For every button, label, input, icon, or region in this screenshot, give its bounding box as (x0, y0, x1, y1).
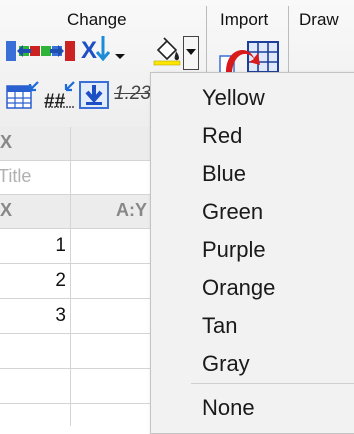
menu-item-none[interactable]: None (151, 388, 354, 426)
group-label-import: Import (220, 10, 269, 29)
cell[interactable] (0, 404, 71, 426)
menu-item-label: Gray (202, 351, 250, 376)
cell[interactable]: 1 (0, 229, 71, 263)
svg-text:X: X (81, 37, 97, 64)
menu-item-red[interactable]: Red (151, 116, 354, 154)
menu-item-gray[interactable]: Gray (151, 344, 354, 382)
menu-item-orange[interactable]: Orange (151, 268, 354, 306)
menu-item-label: Tan (202, 313, 238, 338)
cell[interactable] (0, 334, 71, 368)
cell-value: 2 (55, 270, 66, 291)
column-header-ay-label: A:Y (116, 200, 147, 220)
column-header-x[interactable]: X (0, 195, 71, 228)
cell-value: 3 (55, 305, 66, 326)
menu-item-label: Purple (202, 237, 266, 262)
cell[interactable]: 2 (0, 264, 71, 298)
group-label-draw: Draw (299, 10, 339, 29)
column-header-x-label: X (0, 200, 13, 220)
set-xy-icon[interactable]: X (81, 34, 125, 70)
cell[interactable]: 3 (0, 299, 71, 333)
menu-separator (191, 383, 354, 384)
fill-color-icon[interactable] (152, 36, 182, 66)
menu-item-blue[interactable]: Blue (151, 154, 354, 192)
cell[interactable]: X (0, 127, 71, 160)
column-name-x: X (0, 132, 13, 152)
cell-value: 1 (55, 235, 66, 256)
cell[interactable]: Title (0, 161, 71, 194)
menu-item-tan[interactable]: Tan (151, 306, 354, 344)
move-columns-left-icon[interactable] (5, 38, 41, 64)
menu-item-green[interactable]: Green (151, 192, 354, 230)
menu-item-label: Red (202, 123, 243, 148)
menu-item-purple[interactable]: Purple (151, 230, 354, 268)
fill-color-dropdown-button[interactable] (183, 36, 199, 70)
title-placeholder: Title (0, 166, 32, 186)
number-format-label[interactable]: 1.23 (114, 83, 151, 105)
move-columns-right-icon[interactable] (40, 38, 76, 64)
menu-item-label: Green (202, 199, 264, 224)
menu-item-label: Orange (202, 275, 276, 300)
chevron-down-icon (186, 49, 196, 55)
cell[interactable] (0, 369, 71, 403)
menu-item-yellow[interactable]: Yellow (151, 78, 354, 116)
menu-item-label: None (202, 395, 255, 420)
download-icon[interactable] (79, 81, 109, 109)
number-column-icon[interactable]: ## (44, 80, 78, 110)
menu-item-label: Yellow (202, 85, 265, 110)
menu-item-label: Blue (202, 161, 247, 186)
group-label-change: Change (67, 10, 127, 29)
table-insert-icon[interactable] (6, 80, 40, 110)
fill-color-menu: Yellow Red Blue Green Purple Orange Tan … (150, 72, 354, 434)
